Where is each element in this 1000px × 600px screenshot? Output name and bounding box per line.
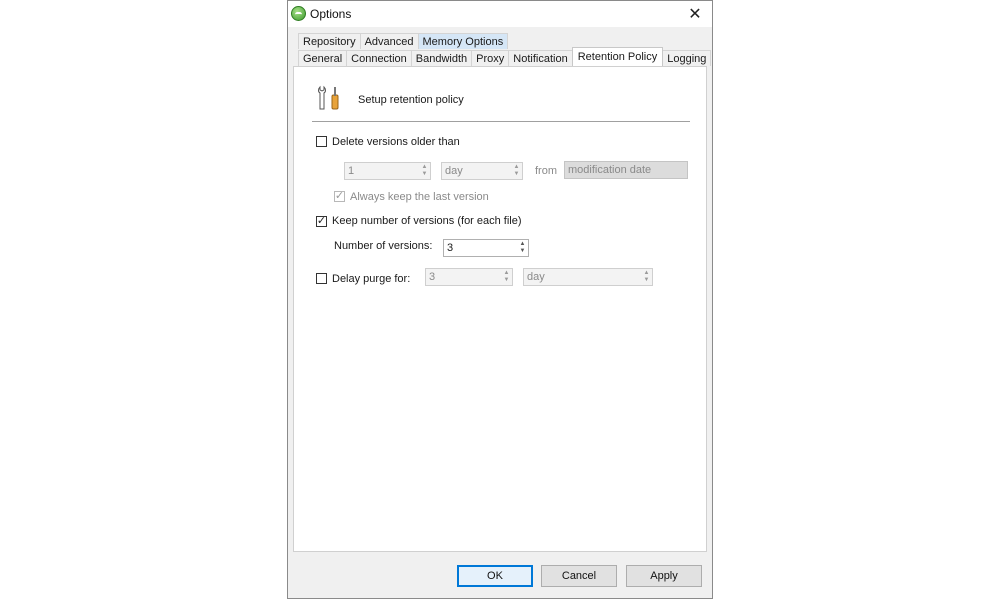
spin-arrows-icon[interactable]: ▲ ▼: [641, 269, 652, 285]
tools-icon: [318, 85, 339, 110]
tab-general[interactable]: General: [298, 50, 348, 66]
title-bar: Options ✕: [288, 1, 712, 27]
from-label: from: [535, 165, 557, 177]
tab-memory-options[interactable]: Memory Options: [417, 33, 509, 49]
tab-connection[interactable]: Connection: [346, 50, 412, 66]
cancel-button[interactable]: Cancel: [541, 565, 617, 587]
spin-arrows-icon[interactable]: ▲ ▼: [419, 163, 430, 179]
delay-purge-unit-select[interactable]: day ▲ ▼: [523, 268, 653, 286]
always-keep-checkbox[interactable]: ✓: [334, 191, 345, 202]
tab-repository[interactable]: Repository: [298, 33, 361, 49]
delete-age-value: 1: [348, 165, 355, 177]
tab-row-top: Repository Advanced Memory Options: [298, 33, 509, 50]
keep-versions-label: Keep number of versions (for each file): [332, 215, 522, 227]
always-keep-label: Always keep the last version: [350, 191, 489, 203]
spin-arrows-icon[interactable]: ▲ ▼: [511, 163, 522, 179]
from-date-field[interactable]: modification date: [564, 161, 688, 179]
delete-unit-select[interactable]: day ▲ ▼: [441, 162, 523, 180]
tab-logging[interactable]: Logging: [662, 50, 712, 66]
delay-purge-unit-value: day: [527, 271, 545, 283]
header-separator: [312, 121, 690, 122]
window-title: Options: [310, 7, 352, 21]
keep-versions-checkbox[interactable]: ✓: [316, 216, 327, 227]
spin-arrows-icon[interactable]: ▲ ▼: [517, 240, 528, 256]
close-button[interactable]: ✕: [678, 1, 712, 27]
number-of-versions-stepper[interactable]: 3 ▲ ▼: [443, 239, 529, 257]
tab-notification[interactable]: Notification: [508, 50, 573, 66]
retention-policy-panel: Setup retention policy Delete versions o…: [293, 66, 707, 552]
delay-purge-checkbox[interactable]: [316, 273, 327, 284]
tab-proxy[interactable]: Proxy: [471, 50, 510, 66]
tab-row-bottom: General Connection Bandwidth Proxy Notif…: [298, 47, 712, 67]
tab-advanced[interactable]: Advanced: [359, 33, 419, 49]
delay-purge-amount-stepper[interactable]: 3 ▲ ▼: [425, 268, 513, 286]
app-logo-icon: [291, 6, 306, 21]
delay-purge-amount-value: 3: [429, 271, 436, 283]
spin-arrows-icon[interactable]: ▲ ▼: [501, 269, 512, 285]
number-of-versions-value: 3: [447, 242, 454, 254]
check-icon: ✓: [334, 190, 345, 202]
delete-unit-value: day: [445, 165, 463, 177]
options-dialog: Options ✕ Repository Advanced Memory Opt…: [287, 0, 713, 599]
apply-button[interactable]: Apply: [626, 565, 702, 587]
header-label: Setup retention policy: [358, 94, 464, 106]
delete-versions-label: Delete versions older than: [332, 136, 460, 148]
tab-retention-policy[interactable]: Retention Policy: [571, 47, 664, 66]
delete-age-stepper[interactable]: 1 ▲ ▼: [344, 162, 431, 180]
check-icon: ✓: [316, 215, 327, 227]
delay-purge-label: Delay purge for:: [332, 273, 411, 285]
number-of-versions-label: Number of versions:: [334, 240, 433, 252]
ok-button[interactable]: OK: [457, 565, 533, 587]
delete-versions-checkbox[interactable]: [316, 136, 327, 147]
tab-bandwidth[interactable]: Bandwidth: [410, 50, 473, 66]
